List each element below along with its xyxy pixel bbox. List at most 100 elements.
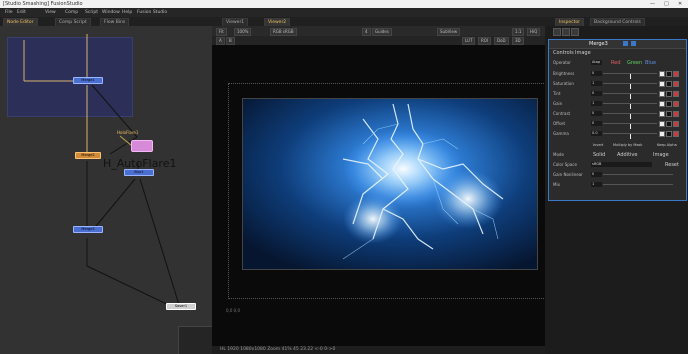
tab-flow-bins[interactable]: Flow Bins [100, 18, 130, 26]
dod-button[interactable]: DoD [494, 37, 509, 45]
fit-button[interactable]: Fit [216, 28, 227, 36]
tab-viewer2[interactable]: Viewer2 [264, 18, 291, 26]
swatch-red[interactable] [673, 81, 679, 87]
slider-knob[interactable] [630, 74, 631, 79]
slider-knob[interactable] [630, 84, 631, 89]
menu-view[interactable]: View [45, 10, 56, 15]
swatch-white[interactable] [659, 111, 665, 117]
reset-button[interactable]: Reset [665, 162, 679, 168]
subview-button[interactable]: SubView [437, 28, 461, 36]
viewer-canvas[interactable]: 0,0 0,0 [212, 45, 546, 346]
slider-knob[interactable] [630, 104, 631, 109]
slider-knob[interactable] [630, 124, 631, 129]
tint-slider[interactable] [603, 93, 657, 99]
swatch-red[interactable] [673, 131, 679, 137]
menu-fusion[interactable]: Fusion Studio [137, 10, 167, 15]
swatch-red[interactable] [673, 121, 679, 127]
gamma-value[interactable]: 0.0 [591, 131, 602, 136]
contrast-value[interactable]: 0 [591, 111, 602, 116]
tool-header[interactable]: Merge3 [549, 40, 686, 49]
edit-icon[interactable] [571, 28, 579, 36]
saturation-slider[interactable] [603, 83, 657, 89]
swatch-white[interactable] [659, 131, 665, 137]
channel-select[interactable]: 4 [362, 28, 371, 36]
3d-button[interactable]: 3D [512, 37, 524, 45]
mode-additive[interactable]: Additive [617, 152, 637, 158]
buffer-a-button[interactable]: A [216, 37, 225, 45]
hiq-button[interactable]: HiQ [527, 28, 541, 36]
option-blue[interactable]: Blue [645, 60, 656, 66]
node-saver1[interactable]: Saver1 [166, 303, 196, 310]
buffer-b-button[interactable]: B [226, 37, 235, 45]
gain-nonlinear-slider[interactable] [603, 174, 673, 175]
close-icon[interactable]: ✕ [678, 1, 682, 7]
swatch-black[interactable] [666, 91, 672, 97]
pin-icon[interactable] [553, 28, 561, 36]
swatch-black[interactable] [666, 121, 672, 127]
mode-solid[interactable]: Solid [593, 152, 605, 158]
node-merge2[interactable]: Merge2 [75, 152, 101, 159]
lock-icon[interactable] [562, 28, 570, 36]
option-green[interactable]: Green [627, 60, 642, 66]
tab-comp-script[interactable]: Comp Script [55, 18, 91, 26]
maximize-icon[interactable]: □ [664, 1, 669, 7]
swatch-black[interactable] [666, 111, 672, 117]
roi-button[interactable]: ROI [478, 37, 492, 45]
menu-window[interactable]: Window [102, 10, 120, 15]
minimize-icon[interactable]: — [650, 1, 655, 7]
tab-inspector[interactable]: Inspector [555, 18, 584, 26]
navigator-minimap[interactable] [178, 326, 212, 354]
swatch-black[interactable] [666, 81, 672, 87]
option-invert[interactable]: Invert [593, 142, 603, 148]
subtab-controls[interactable]: Controls [553, 50, 574, 56]
node-canvas[interactable]: Merge1 HoloFlare1 Merge2 Blur1 Merge3 Sa… [0, 26, 212, 354]
swatch-red[interactable] [673, 71, 679, 77]
offset-slider[interactable] [603, 123, 657, 129]
contrast-slider[interactable] [603, 113, 657, 119]
tab-node-editor[interactable]: Node Editor [3, 18, 38, 26]
menu-help[interactable]: Help [122, 10, 132, 15]
menu-comp[interactable]: Comp [65, 10, 78, 15]
offset-value[interactable]: 0 [591, 121, 602, 126]
swatch-red[interactable] [673, 111, 679, 117]
colorspace-select[interactable]: RGB sRGB [270, 28, 297, 36]
menu-script[interactable]: Script [85, 10, 98, 15]
slider-knob[interactable] [630, 134, 631, 139]
brightness-value[interactable]: 0 [591, 71, 602, 76]
swatch-white[interactable] [659, 101, 665, 107]
gain-value[interactable]: 1 [591, 101, 602, 106]
tool-view-icon[interactable] [631, 41, 636, 46]
option-keep-alpha[interactable]: Keep Alpha [657, 142, 677, 148]
mix-value[interactable]: 1 [591, 182, 602, 187]
swatch-red[interactable] [673, 101, 679, 107]
swatch-white[interactable] [659, 121, 665, 127]
swatch-red[interactable] [673, 91, 679, 97]
node-merge1[interactable]: Merge1 [73, 77, 103, 84]
tab-background-controls[interactable]: Background Controls [590, 18, 645, 26]
swatch-black[interactable] [666, 131, 672, 137]
tab-viewer1[interactable]: Viewer1 [222, 18, 249, 26]
subtab-image[interactable]: Image [575, 50, 591, 56]
gain-slider[interactable] [603, 103, 657, 109]
menu-edit[interactable]: Edit [17, 10, 26, 15]
swatch-black[interactable] [666, 71, 672, 77]
tool-color-icon[interactable] [623, 41, 628, 46]
viewer-image[interactable] [242, 98, 538, 270]
gamma-slider[interactable] [603, 133, 657, 139]
slider-knob[interactable] [630, 114, 631, 119]
color-space-select[interactable]: sRGB [591, 162, 652, 167]
swatch-black[interactable] [666, 101, 672, 107]
lut-button[interactable]: LUT [462, 37, 476, 45]
brightness-slider[interactable] [603, 73, 657, 79]
zoom-select[interactable]: 100% [234, 28, 252, 36]
menu-file[interactable]: File [5, 10, 13, 15]
option-red[interactable]: Red [611, 60, 621, 66]
mode-image[interactable]: Image [653, 152, 669, 158]
swatch-white[interactable] [659, 81, 665, 87]
slider-knob[interactable] [630, 94, 631, 99]
operator-select[interactable]: Atop [591, 60, 602, 65]
node-merge3[interactable]: Merge3 [73, 226, 103, 233]
gain-nonlinear-value[interactable]: 0 [591, 172, 602, 177]
swatch-white[interactable] [659, 91, 665, 97]
option-multiply-mask[interactable]: Multiply by Mask [613, 142, 642, 148]
